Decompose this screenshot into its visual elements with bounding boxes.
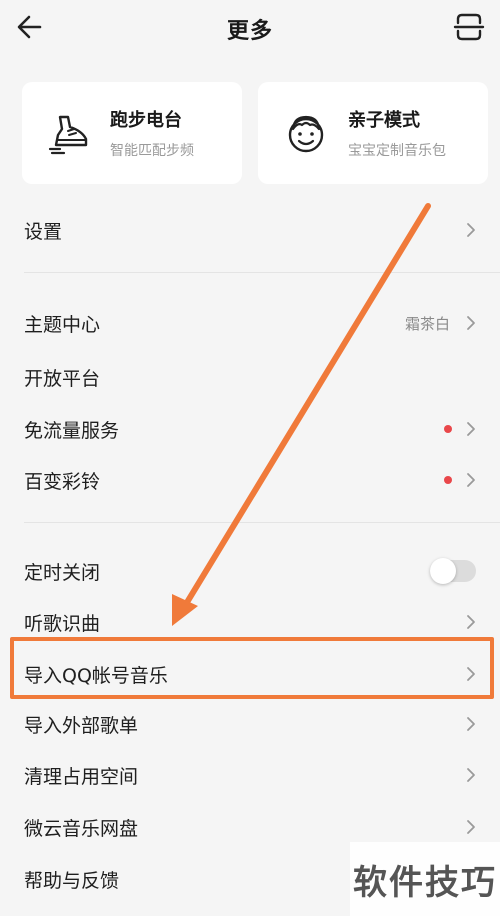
menu-item-sleep-timer[interactable]: 定时关闭 (0, 545, 500, 597)
running-shoe-icon (48, 115, 88, 155)
card-title: 亲子模式 (348, 110, 420, 131)
menu-item-ringtone[interactable]: 百变彩铃 (0, 454, 500, 506)
chevron-right-icon (467, 473, 475, 487)
menu-item-label: 导入外部歌单 (24, 714, 139, 737)
toggle-knob (430, 558, 456, 584)
red-dot-badge (444, 476, 452, 484)
menu-item-free-data-service[interactable]: 免流量服务 (0, 403, 500, 455)
divider (24, 272, 500, 273)
child-face-icon (288, 115, 324, 153)
menu-item-label: 设置 (24, 220, 63, 243)
page-title: 更多 (226, 19, 273, 44)
menu-item-label: 清理占用空间 (24, 765, 139, 788)
menu-item-label: 帮助与反馈 (24, 869, 120, 892)
menu-item-label: 听歌识曲 (24, 612, 101, 635)
red-dot-badge (444, 425, 452, 433)
menu-item-label: 主题中心 (24, 313, 101, 336)
chevron-right-icon (467, 615, 475, 629)
menu-item-open-platform[interactable]: 开放平台 (0, 351, 500, 403)
chevron-right-icon (467, 820, 475, 834)
chevron-right-icon (467, 316, 475, 330)
arrow-left-icon[interactable] (14, 10, 48, 44)
watermark: 软件技巧 (350, 842, 500, 916)
feature-cards: 跑步电台 智能匹配步频 亲子模式 宝宝定制音乐包 (22, 82, 488, 184)
card-subtitle: 智能匹配步频 (110, 143, 194, 159)
card-subtitle: 宝宝定制音乐包 (348, 143, 446, 159)
menu-item-label: 微云音乐网盘 (24, 817, 139, 840)
top-bar: 更多 (0, 0, 500, 58)
chevron-right-icon (467, 768, 475, 782)
divider (24, 522, 500, 523)
menu-item-import-playlist[interactable]: 导入外部歌单 (0, 698, 500, 750)
scan-icon[interactable] (452, 10, 486, 44)
running-radio-card[interactable]: 跑步电台 智能匹配步频 (22, 82, 242, 184)
menu-item-theme-center[interactable]: 主题中心 霜茶白 (0, 297, 500, 349)
sleep-timer-toggle[interactable] (430, 558, 476, 584)
chevron-right-icon (467, 717, 475, 731)
menu-item-settings[interactable]: 设置 (0, 204, 500, 256)
theme-value: 霜茶白 (404, 314, 450, 333)
menu-item-label: 免流量服务 (24, 419, 120, 442)
kids-mode-card[interactable]: 亲子模式 宝宝定制音乐包 (258, 82, 488, 184)
chevron-right-icon (467, 422, 475, 436)
menu-item-label: 开放平台 (24, 367, 101, 390)
chevron-right-icon (467, 223, 475, 237)
highlight-box (10, 637, 494, 699)
menu-item-label: 定时关闭 (24, 561, 101, 584)
menu-item-clear-storage[interactable]: 清理占用空间 (0, 749, 500, 801)
card-title: 跑步电台 (110, 110, 182, 131)
menu-item-label: 百变彩铃 (24, 470, 101, 493)
